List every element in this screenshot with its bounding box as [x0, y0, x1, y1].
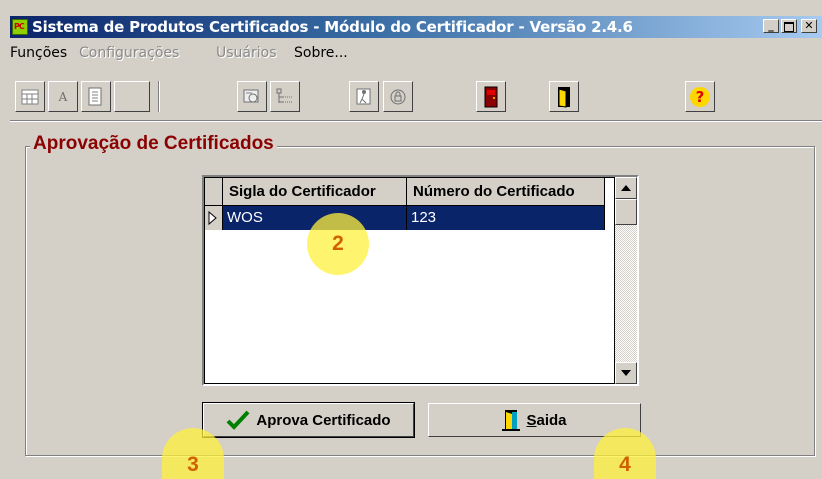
- door-closed-icon: [484, 86, 498, 107]
- lock-icon: [390, 89, 406, 104]
- toolbar-document-button[interactable]: [81, 81, 111, 112]
- cell-numero[interactable]: 123: [407, 206, 605, 230]
- toolbar-person-button[interactable]: [349, 81, 379, 112]
- toolbar: A ?: [10, 80, 822, 116]
- exit-label: Saida: [526, 411, 567, 429]
- menu-bar: Funções Configurações Usuários Sobre...: [10, 42, 822, 64]
- minimize-button[interactable]: _: [763, 19, 779, 33]
- app-icon[interactable]: PC: [12, 19, 28, 35]
- step-badge-2: 2: [307, 213, 369, 275]
- menu-sobre[interactable]: Sobre...: [294, 45, 348, 61]
- approve-label: Aprova Certificado: [256, 411, 391, 429]
- help-icon: ?: [690, 86, 710, 107]
- toolbar-stamp-button[interactable]: [237, 81, 267, 112]
- window-title: Sistema de Produtos Certificados - Módul…: [32, 18, 633, 36]
- maximize-button[interactable]: [781, 19, 797, 33]
- toolbar-separator: [158, 81, 160, 112]
- toolbar-door-closed-button[interactable]: [476, 81, 506, 112]
- approve-certificate-button[interactable]: Aprova Certificado: [202, 402, 415, 438]
- toolbar-tree-button[interactable]: [270, 81, 300, 112]
- grid-corner: [205, 178, 223, 206]
- column-header-numero[interactable]: Número do Certificado: [407, 178, 605, 206]
- grid-icon: [21, 89, 39, 104]
- letter-a-icon: A: [58, 89, 68, 104]
- arrow-down-icon: [621, 370, 631, 376]
- certificates-grid[interactable]: Sigla do Certificador Número do Certific…: [202, 175, 639, 386]
- grid-body: Sigla do Certificador Número do Certific…: [204, 177, 615, 384]
- person-exit-icon: [356, 88, 371, 104]
- toolbar-grid-button[interactable]: [15, 81, 45, 112]
- toolbar-divider: [10, 120, 822, 122]
- menu-configuracoes[interactable]: Configurações: [79, 45, 179, 61]
- arrow-up-icon: [621, 185, 631, 191]
- toolbar-letter-button[interactable]: A: [48, 81, 78, 112]
- toolbar-blank-button[interactable]: [114, 81, 150, 112]
- stamp-icon: [243, 89, 259, 102]
- toolbar-door-open-button[interactable]: [549, 81, 579, 112]
- tree-list-icon: [276, 88, 292, 103]
- exit-door-icon: [502, 410, 521, 431]
- group-title: Aprovação de Certificados: [30, 133, 277, 155]
- scroll-down-button[interactable]: [615, 362, 637, 384]
- maximize-icon: [784, 22, 794, 32]
- column-header-sigla[interactable]: Sigla do Certificador: [223, 178, 407, 206]
- close-button[interactable]: ✕: [801, 19, 817, 33]
- document-list-icon: [88, 87, 102, 105]
- row-pointer-icon: [208, 210, 217, 226]
- menu-usuarios[interactable]: Usuários: [216, 45, 277, 61]
- door-open-icon: [558, 86, 570, 108]
- grid-scrollbar[interactable]: [615, 177, 637, 384]
- scroll-up-button[interactable]: [615, 177, 637, 199]
- table-row[interactable]: WOS 123: [205, 206, 614, 230]
- checkmark-icon: [226, 410, 250, 430]
- scroll-thumb[interactable]: [615, 199, 637, 225]
- title-bar[interactable]: PC Sistema de Produtos Certificados - Mó…: [10, 16, 822, 38]
- toolbar-lock-button[interactable]: [383, 81, 413, 112]
- application-window: PC Sistema de Produtos Certificados - Mó…: [0, 0, 822, 479]
- row-indicator: [205, 206, 223, 230]
- menu-funcoes[interactable]: Funções: [10, 45, 67, 61]
- toolbar-help-button[interactable]: ?: [685, 81, 715, 112]
